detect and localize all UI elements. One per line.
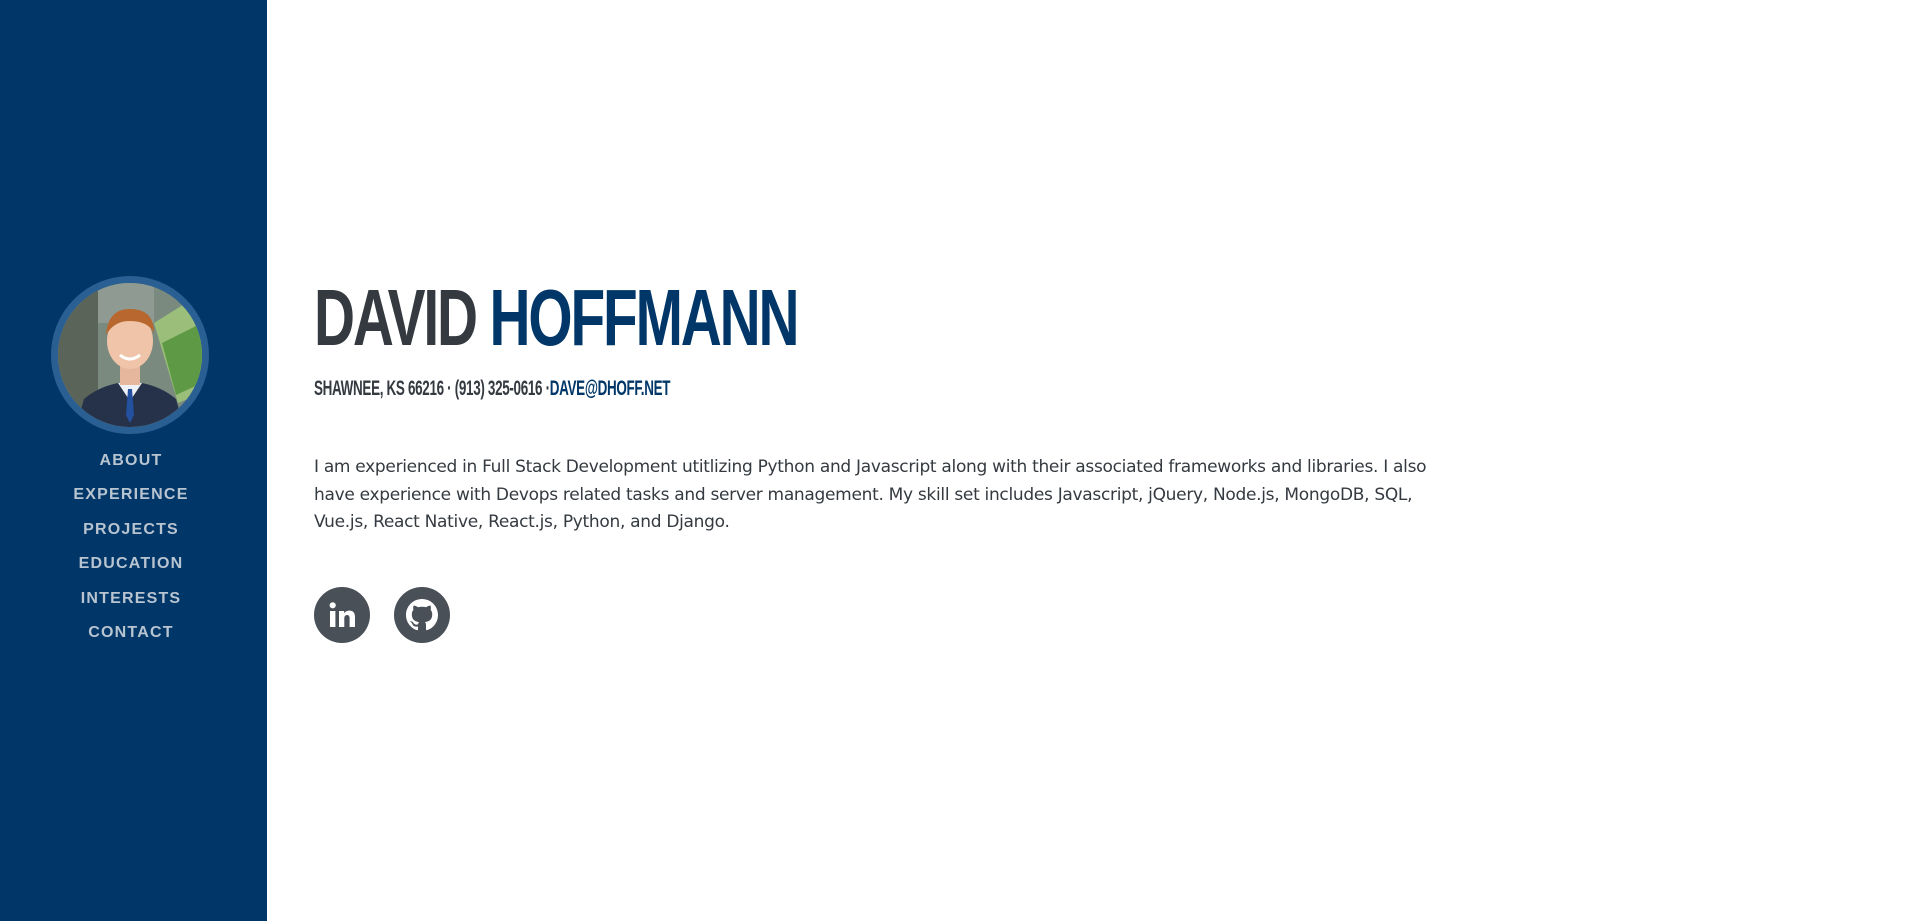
nav-link-education[interactable]: EDUCATION	[79, 555, 184, 572]
location-phone-text: SHAWNEE, KS 66216 · (913) 325-0616 ·	[314, 377, 550, 400]
nav-link-projects[interactable]: PROJECTS	[83, 521, 179, 538]
nav-item-interests: INTERESTS	[0, 588, 262, 622]
nav-link-interests[interactable]: INTERESTS	[81, 590, 182, 607]
page-title: DAVID HOFFMANN	[314, 270, 800, 366]
nav-item-experience: EXPERIENCE	[0, 484, 262, 518]
sidebar-nav: ABOUT EXPERIENCE PROJECTS EDUCATION INTE…	[0, 450, 262, 656]
nav-item-about: ABOUT	[0, 450, 262, 484]
profile-photo-image	[58, 283, 202, 427]
social-icons	[314, 587, 474, 643]
nav-item-projects: PROJECTS	[0, 519, 262, 553]
last-name: HOFFMANN	[489, 273, 800, 362]
linkedin-button[interactable]	[314, 587, 370, 643]
nav-item-education: EDUCATION	[0, 553, 262, 587]
nav-link-contact[interactable]: CONTACT	[88, 624, 173, 641]
about-description: I am experienced in Full Stack Developme…	[314, 457, 1427, 532]
nav-item-contact: CONTACT	[0, 622, 262, 656]
github-button[interactable]	[394, 587, 450, 643]
first-name: DAVID	[314, 273, 478, 362]
nav-link-about[interactable]: ABOUT	[100, 452, 163, 469]
sidebar: ABOUT EXPERIENCE PROJECTS EDUCATION INTE…	[0, 0, 267, 921]
github-icon	[406, 599, 438, 631]
profile-photo-avatar[interactable]	[51, 276, 209, 434]
linkedin-icon	[329, 602, 355, 627]
contact-subheading: SHAWNEE, KS 66216 · (913) 325-0616 ·DAVE…	[314, 375, 670, 403]
email-link[interactable]: DAVE@DHOFF.NET	[550, 377, 671, 400]
nav-link-experience[interactable]: EXPERIENCE	[73, 486, 188, 503]
